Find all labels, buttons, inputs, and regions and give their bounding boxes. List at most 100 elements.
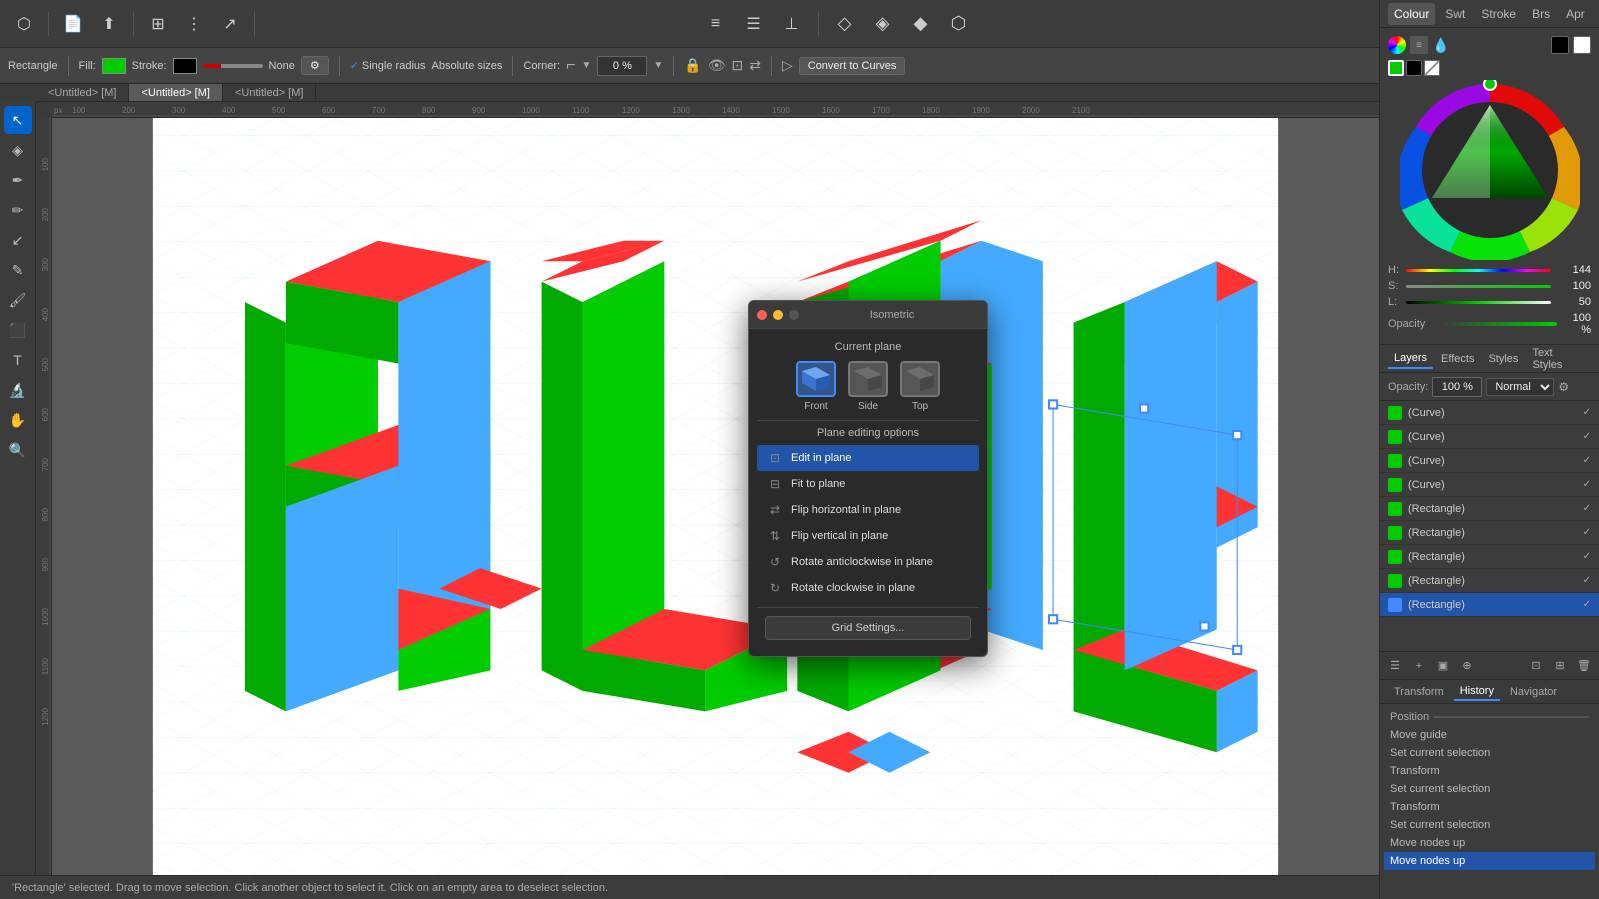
stroke-width-slider[interactable] (203, 64, 263, 68)
layer-visible-2[interactable]: ✓ (1583, 455, 1591, 466)
color-wheel-container[interactable] (1400, 80, 1580, 260)
corner-value-input[interactable] (597, 56, 647, 76)
snap-btn[interactable]: ⋮ (178, 8, 210, 40)
history-item-6[interactable]: Set current selection (1384, 816, 1595, 834)
export-layer-btn[interactable]: ⊡ (1525, 655, 1547, 677)
layer-row-7[interactable]: (Rectangle) ✓ (1380, 569, 1599, 593)
layers-settings-btn[interactable]: ⚙ (1558, 380, 1569, 394)
history-item-7[interactable]: Move nodes up (1384, 834, 1595, 852)
hue-slider[interactable] (1406, 269, 1551, 272)
layer-visible-0[interactable]: ✓ (1583, 407, 1591, 418)
swt-tab[interactable]: Swt (1439, 3, 1471, 25)
transform-tab[interactable]: Transform (1388, 684, 1450, 700)
brs-tab[interactable]: Brs (1526, 3, 1556, 25)
paint-brush-tool[interactable]: 🖌 (4, 286, 32, 314)
text-styles-tab[interactable]: Text Styles (1526, 344, 1591, 374)
rotate-cw-item[interactable]: ↻ Rotate clockwise in plane (757, 575, 979, 601)
layer-row-5[interactable]: (Rectangle) ✓ (1380, 521, 1599, 545)
canvas-tab-1[interactable]: <Untitled> [M] (36, 84, 129, 101)
edit-in-plane-item[interactable]: ⊡ Edit in plane (757, 445, 979, 471)
align-left-btn[interactable]: ≡ (700, 8, 732, 40)
mask-layer-btn[interactable]: ⊕ (1456, 655, 1478, 677)
eyedropper-tool[interactable]: 🔬 (4, 376, 32, 404)
iso-top-btn[interactable]: ⬡ (943, 8, 975, 40)
hand-tool[interactable]: ✋ (4, 406, 32, 434)
swatch-black[interactable] (1406, 60, 1422, 76)
corner-unit-dropdown[interactable]: ▼ (653, 60, 663, 71)
layer-row-2[interactable]: (Curve) ✓ (1380, 449, 1599, 473)
bezier-tool[interactable]: ↙ (4, 226, 32, 254)
layer-row-0[interactable]: (Curve) ✓ (1380, 401, 1599, 425)
layer-visible-1[interactable]: ✓ (1583, 431, 1591, 442)
fill-tool[interactable]: ⬛ (4, 316, 32, 344)
white-swatch[interactable] (1573, 36, 1591, 54)
layer-visible-8[interactable]: ✓ (1583, 599, 1591, 610)
grid-layer-btn[interactable]: ⊞ (1549, 655, 1571, 677)
iso-side-btn[interactable]: ◆ (905, 8, 937, 40)
layer-row-3[interactable]: (Curve) ✓ (1380, 473, 1599, 497)
layer-row-4[interactable]: (Rectangle) ✓ (1380, 497, 1599, 521)
layer-visible-3[interactable]: ✓ (1583, 479, 1591, 490)
rotate-ccw-item[interactable]: ↺ Rotate anticlockwise in plane (757, 549, 979, 575)
history-item-4[interactable]: Set current selection (1384, 780, 1595, 798)
effects-tab[interactable]: Effects (1435, 350, 1480, 368)
blend-mode-select[interactable]: Normal Multiply Screen (1486, 378, 1554, 396)
node-tool[interactable]: ◈ (4, 136, 32, 164)
delete-layer-btn[interactable]: 🗑 (1573, 655, 1595, 677)
stroke-settings-btn[interactable]: ⚙ (301, 56, 329, 75)
zoom-tool[interactable]: 🔍 (4, 436, 32, 464)
dropper-icon[interactable]: 💧 (1432, 36, 1450, 54)
history-item-5[interactable]: Transform (1384, 798, 1595, 816)
fill-color-box[interactable] (102, 58, 126, 74)
history-item-8[interactable]: Move nodes up (1384, 852, 1595, 870)
dialog-expand-btn[interactable] (789, 310, 799, 320)
apr-tab[interactable]: Apr (1560, 3, 1591, 25)
fit-to-plane-item[interactable]: ⊟ Fit to plane (757, 471, 979, 497)
layer-panel-icon[interactable]: ☰ (1384, 655, 1406, 677)
layer-opacity-input[interactable] (1432, 377, 1482, 397)
grid-btn[interactable]: ⊞ (142, 8, 174, 40)
add-layer-btn[interactable]: + (1408, 655, 1430, 677)
dialog-close-btn[interactable] (757, 310, 767, 320)
active-color-swatch[interactable] (1388, 60, 1404, 76)
align-top-btn[interactable]: ⊥ (776, 8, 808, 40)
navigator-tab[interactable]: Navigator (1504, 684, 1563, 700)
top-plane-btn[interactable]: Top (900, 361, 940, 412)
iso-front-btn[interactable]: ◇ (829, 8, 861, 40)
layer-visible-4[interactable]: ✓ (1583, 503, 1591, 514)
history-tab[interactable]: History (1454, 683, 1500, 701)
canvas-area[interactable] (52, 118, 1379, 875)
stroke-color-box[interactable] (173, 58, 197, 74)
canvas-tab-2[interactable]: <Untitled> [M] (129, 84, 222, 101)
single-radius-check[interactable]: ✓ Single radius (350, 59, 426, 72)
layers-tab[interactable]: Layers (1388, 349, 1433, 369)
styles-tab[interactable]: Styles (1482, 350, 1524, 368)
side-plane-btn[interactable]: Side (848, 361, 888, 412)
vector-pen-tool[interactable]: ✏ (4, 196, 32, 224)
share-btn[interactable]: ⬆ (93, 8, 125, 40)
sat-slider[interactable] (1406, 285, 1551, 288)
layer-visible-5[interactable]: ✓ (1583, 527, 1591, 538)
layer-row-1[interactable]: (Curve) ✓ (1380, 425, 1599, 449)
dialog-minimize-btn[interactable] (773, 310, 783, 320)
flip-vertical-item[interactable]: ⇅ Flip vertical in plane (757, 523, 979, 549)
color-wheel-icon[interactable] (1388, 36, 1406, 54)
iso-back-btn[interactable]: ◈ (867, 8, 899, 40)
stroke-tab[interactable]: Stroke (1475, 3, 1522, 25)
black-swatch[interactable] (1551, 36, 1569, 54)
convert-to-curves-btn[interactable]: Convert to Curves (799, 57, 906, 75)
text-tool[interactable]: T (4, 346, 32, 374)
color-slider-icon[interactable]: ≡ (1410, 36, 1428, 54)
layer-row-8[interactable]: (Rectangle) ✓ (1380, 593, 1599, 617)
group-layer-btn[interactable]: ▣ (1432, 655, 1454, 677)
transparent-swatch[interactable] (1424, 60, 1440, 76)
align-center-btn[interactable]: ☰ (738, 8, 770, 40)
grid-settings-btn[interactable]: Grid Settings... (765, 616, 971, 640)
lum-slider[interactable] (1406, 301, 1551, 304)
canvas-tab-3[interactable]: <Untitled> [M] (223, 84, 316, 101)
pencil-tool[interactable]: ✎ (4, 256, 32, 284)
layer-visible-6[interactable]: ✓ (1583, 551, 1591, 562)
select-tool[interactable]: ↖ (4, 106, 32, 134)
flip-horizontal-item[interactable]: ⇄ Flip horizontal in plane (757, 497, 979, 523)
absolute-sizes-check[interactable]: Absolute sizes (432, 60, 503, 72)
